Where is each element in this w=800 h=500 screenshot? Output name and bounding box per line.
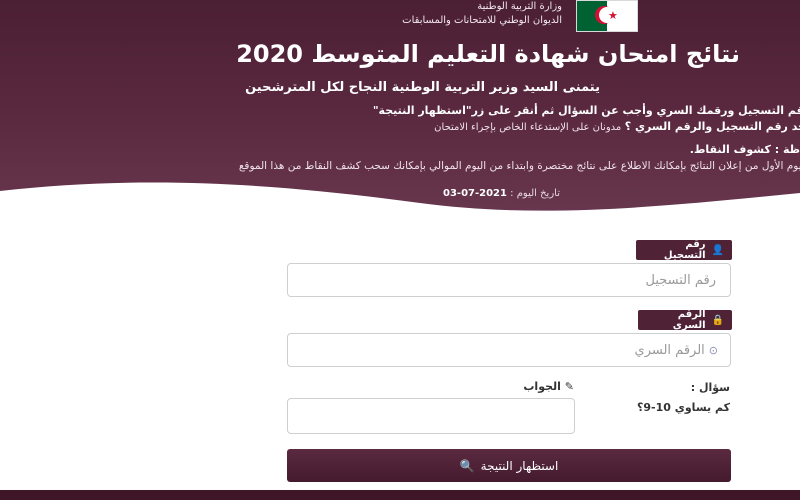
instruction-line-1: رقم التسجيل ورقمك السري وأجب عن السؤال ث… [372, 104, 800, 117]
note-label: ظة : كشوف النقاط. [689, 143, 800, 156]
question-text: كم يساوي 10-9؟ [637, 401, 730, 414]
ministry-line-1: وزارة التربية الوطنية [477, 1, 562, 12]
question-label: سؤال : [690, 381, 730, 394]
search-icon: 🔍 [459, 458, 475, 473]
footer-band [0, 490, 800, 500]
lock-icon: 🔒 [711, 314, 724, 326]
answer-label-text: الجواب [523, 380, 561, 393]
page-title: نتائج امتحان شهادة التعليم المتوسط 2020 [236, 40, 740, 68]
password-dots-icon: ⊙ [708, 343, 718, 357]
minister-wish: يتمنى السيد وزير التربية الوطنية النجاح … [245, 80, 600, 95]
submit-button[interactable]: استظهار النتيجة 🔍 [287, 449, 731, 482]
pencil-icon: ✎ [564, 380, 574, 393]
answer-label: ✎ الجواب [523, 380, 574, 393]
submit-label: استظهار النتيجة [480, 458, 559, 473]
answer-input[interactable] [284, 399, 574, 435]
registration-field[interactable] [287, 263, 731, 297]
registration-input[interactable] [300, 271, 718, 289]
header-wave [0, 182, 800, 232]
ministry-name: وزارة التربية الوطنية الديوان الوطني للا… [402, 0, 562, 28]
answer-field[interactable] [284, 398, 575, 435]
instruction-line-2: جد رقم التسجيل والرقم السري ؟ مدونان على… [434, 120, 800, 133]
user-icon: 👤 [711, 244, 724, 256]
instruction-line-2-bold: جد رقم التسجيل والرقم السري ؟ [624, 120, 800, 133]
registration-label: 👤 رقم التسجيل [636, 239, 732, 261]
instruction-line-2-rest: مدونان على الإستدعاء الخاص بإجراء الامتح… [434, 122, 622, 133]
secret-label-text: الرقم السري [672, 309, 706, 331]
secret-field[interactable]: ⊙ [287, 333, 731, 367]
ministry-line-2: الديوان الوطني للامتحانات والمسابقات [402, 15, 562, 26]
secret-input[interactable] [300, 341, 707, 359]
registration-label-text: رقم التسجيل [663, 239, 706, 261]
algeria-flag-icon: ★ [576, 0, 638, 32]
header-banner: ★ وزارة التربية الوطنية الديوان الوطني ل… [0, 0, 800, 232]
secret-label: 🔒 الرقم السري [638, 309, 732, 331]
